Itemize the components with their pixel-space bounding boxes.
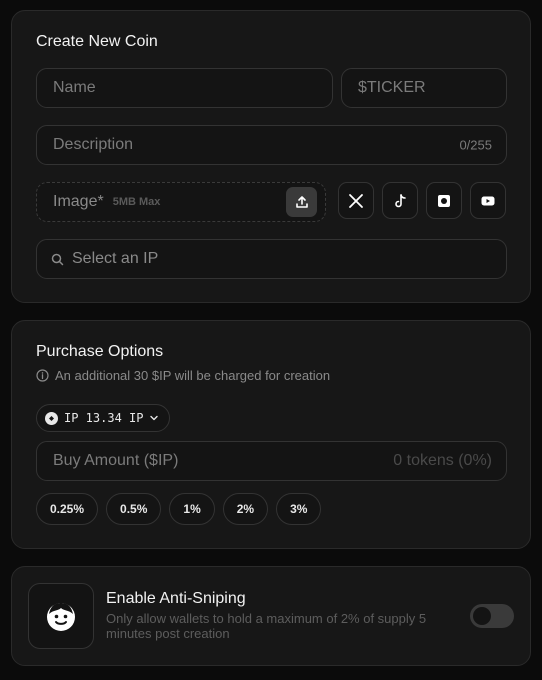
name-input[interactable]: Name (36, 68, 333, 108)
upload-button[interactable] (286, 187, 317, 217)
tiktok-social-button[interactable] (382, 182, 418, 219)
ip-select[interactable]: Select an IP (36, 239, 507, 279)
description-counter: 0/255 (459, 137, 492, 153)
anti-sniping-avatar (28, 583, 94, 649)
anti-sniping-title: Enable Anti-Sniping (106, 590, 246, 607)
ticker-placeholder: $TICKER (358, 79, 426, 96)
x-icon (349, 193, 363, 208)
currency-selector[interactable]: IP 13.34 IP (36, 404, 171, 432)
preset-button[interactable]: 0.25% (36, 493, 99, 525)
ip-select-placeholder: Select an IP (72, 250, 159, 267)
preset-button[interactable]: 2% (222, 493, 269, 525)
preset-button[interactable]: 0.5% (106, 493, 162, 525)
purchase-options-card: Purchase Options An additional 30 $IP wi… (11, 320, 531, 549)
purchase-info: An additional 30 $IP will be charged for… (36, 368, 330, 383)
instagram-social-button[interactable] (426, 182, 462, 219)
purchase-options-title: Purchase Options (36, 343, 164, 360)
preset-amounts: 0.25% 0.5% 1% 2% 3% (36, 493, 322, 525)
tiktok-icon (395, 193, 406, 207)
anti-sniping-card: Enable Anti-Sniping Only allow wallets t… (11, 566, 531, 666)
name-placeholder: Name (53, 79, 96, 96)
create-coin-card: Create New Coin Name $TICKER Description… (11, 10, 531, 303)
create-coin-title: Create New Coin (36, 33, 158, 50)
ticker-input[interactable]: $TICKER (341, 68, 507, 108)
youtube-social-button[interactable] (470, 182, 506, 219)
info-icon (36, 369, 49, 382)
x-social-button[interactable] (338, 182, 374, 219)
youtube-icon (481, 196, 495, 205)
description-input[interactable]: Description 0/255 (36, 125, 507, 165)
image-upload-field[interactable]: Image* 5MB Max (36, 182, 326, 222)
image-size-hint: 5MB Max (112, 196, 161, 208)
kid-face-icon (47, 603, 75, 631)
ip-token-icon (45, 411, 58, 425)
purchase-info-text: An additional 30 $IP will be charged for… (55, 368, 331, 383)
anti-sniping-description: Only allow wallets to hold a maximum of … (106, 611, 427, 641)
image-label: Image* (53, 193, 104, 210)
preset-button[interactable]: 1% (169, 493, 215, 525)
toggle-knob (473, 607, 491, 625)
search-icon (51, 253, 64, 266)
anti-sniping-toggle[interactable] (470, 604, 514, 628)
balance-text: IP 13.34 IP (64, 411, 144, 425)
chevron-down-icon (150, 415, 159, 421)
instagram-icon (438, 194, 450, 207)
buy-amount-input[interactable]: Buy Amount ($IP) 0 tokens (0%) (36, 441, 507, 481)
upload-icon (295, 196, 308, 208)
tokens-estimate: 0 tokens (0%) (393, 452, 492, 469)
buy-amount-placeholder: Buy Amount ($IP) (53, 452, 179, 469)
description-placeholder: Description (53, 136, 134, 153)
preset-button[interactable]: 3% (276, 493, 322, 525)
